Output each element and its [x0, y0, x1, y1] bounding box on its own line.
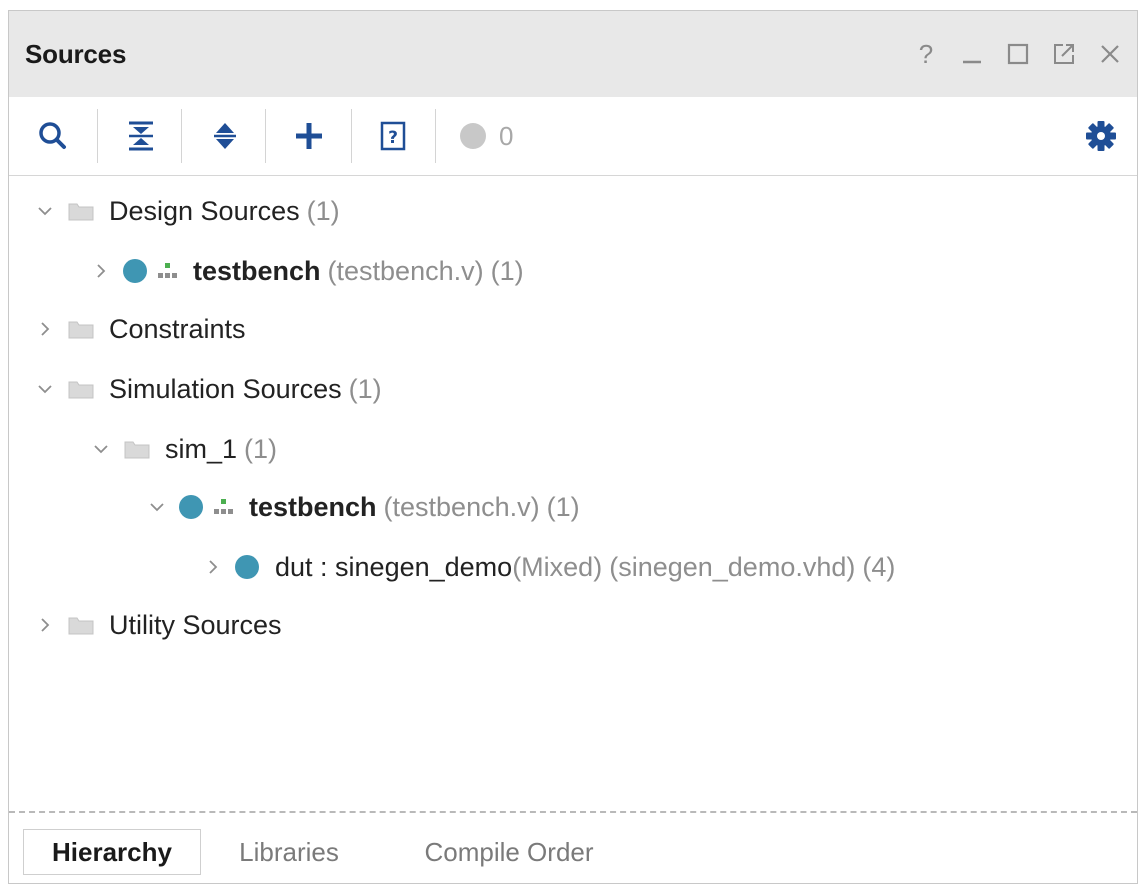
- hierarchy-icon: [157, 262, 177, 280]
- folder-icon: [67, 318, 95, 340]
- folder-icon: [67, 200, 95, 222]
- expand-all-button[interactable]: [205, 115, 245, 157]
- status-circle-icon: [460, 123, 486, 149]
- collapse-all-button[interactable]: [121, 115, 161, 157]
- tree-node-label: testbench: [249, 491, 377, 522]
- window-controls: ?: [913, 37, 1123, 71]
- tab-libraries[interactable]: Libraries: [215, 829, 363, 875]
- help-label: ?: [918, 38, 934, 69]
- minimize-button[interactable]: [959, 39, 985, 69]
- tree-node-label: sim_1: [165, 433, 238, 464]
- chevron-right-icon[interactable]: [201, 555, 225, 579]
- close-button[interactable]: [1097, 39, 1123, 69]
- toolbar: ? 0: [9, 97, 1137, 176]
- hierarchy-icon: [213, 498, 233, 516]
- chevron-down-icon[interactable]: [33, 377, 57, 401]
- svg-text:?: ?: [388, 128, 398, 148]
- tab-label: Compile Order: [424, 836, 594, 867]
- status-count: 0: [499, 120, 514, 151]
- folder-icon: [67, 378, 95, 400]
- module-status-icon: [179, 495, 203, 519]
- add-sources-button[interactable]: [289, 115, 329, 157]
- tree-node-label: dut : sinegen_demo: [275, 551, 513, 582]
- tree-node-testbench-sim[interactable]: testbench (testbench.v) (1): [145, 483, 580, 531]
- chevron-right-icon[interactable]: [33, 613, 57, 637]
- chevron-down-icon[interactable]: [33, 199, 57, 223]
- tree-node-dut[interactable]: dut : sinegen_demo (Mixed) (sinegen_demo…: [201, 543, 895, 591]
- close-icon: [1101, 45, 1119, 63]
- tree-node-label: Utility Sources: [109, 609, 282, 640]
- folder-icon: [67, 614, 95, 636]
- chevron-down-icon[interactable]: [89, 437, 113, 461]
- tree-node-file: (testbench.v): [383, 491, 540, 522]
- tree-node-file: (sinegen_demo.vhd): [609, 551, 856, 582]
- toolbar-divider: [97, 109, 98, 163]
- expand-all-icon: [214, 123, 236, 149]
- collapse-all-icon: [129, 121, 153, 151]
- unknown-file-icon: ?: [380, 121, 406, 151]
- gear-icon: [1086, 121, 1116, 151]
- tree-node-label: testbench: [193, 255, 321, 286]
- tree-node-count: (1): [348, 373, 382, 404]
- toolbar-divider: [435, 109, 436, 163]
- tree-node-constraints[interactable]: Constraints: [33, 305, 246, 353]
- settings-button[interactable]: [1081, 115, 1121, 157]
- tree-node-simulation-sources[interactable]: Simulation Sources (1): [33, 365, 382, 413]
- tree-node-count: (1): [546, 491, 580, 522]
- help-button[interactable]: ?: [913, 39, 939, 69]
- maximize-icon: [1007, 43, 1029, 65]
- minimize-icon: [963, 60, 981, 64]
- tree-node-count: (1): [306, 195, 340, 226]
- tree-node-sim-1[interactable]: sim_1 (1): [89, 425, 277, 473]
- search-button[interactable]: [33, 115, 73, 157]
- toolbar-divider: [181, 109, 182, 163]
- tree-node-kind: (Mixed): [512, 551, 603, 582]
- maximize-button[interactable]: [1005, 39, 1031, 69]
- tree-node-count: (1): [490, 255, 524, 286]
- chevron-down-icon[interactable]: [145, 495, 169, 519]
- module-status-icon: [235, 555, 259, 579]
- panel-title: Sources: [25, 39, 127, 69]
- tree-node-label: Design Sources: [109, 195, 300, 226]
- tree-node-label: Constraints: [109, 313, 246, 344]
- tree-node-file: (testbench.v): [327, 255, 484, 286]
- float-window-icon: [1054, 44, 1074, 64]
- tree-node-utility-sources[interactable]: Utility Sources: [33, 601, 282, 649]
- chevron-right-icon[interactable]: [89, 259, 113, 283]
- tree-node-design-sources[interactable]: Design Sources (1): [33, 187, 340, 235]
- search-icon: [39, 122, 66, 149]
- tree-node-count: (4): [862, 551, 896, 582]
- tree-node-label: Simulation Sources: [109, 373, 342, 404]
- source-tree: Design Sources (1) testbench (testbench.…: [9, 177, 1137, 787]
- sources-panel: Sources ? ? 0 Design Sources (1) testben…: [8, 10, 1138, 884]
- add-icon: [296, 123, 322, 149]
- tab-compile-order[interactable]: Compile Order: [393, 829, 625, 875]
- float-button[interactable]: [1051, 39, 1077, 69]
- folder-icon: [123, 438, 151, 460]
- unknown-files-button[interactable]: ?: [373, 115, 413, 157]
- module-status-icon: [123, 259, 147, 283]
- tab-hierarchy[interactable]: Hierarchy: [23, 829, 201, 875]
- toolbar-divider: [265, 109, 266, 163]
- chevron-right-icon[interactable]: [33, 317, 57, 341]
- tree-node-count: (1): [244, 433, 278, 464]
- tab-label: Libraries: [239, 836, 339, 867]
- toolbar-divider: [351, 109, 352, 163]
- tabs-divider: [9, 811, 1137, 813]
- bottom-tabs: Hierarchy Libraries Compile Order: [9, 815, 1137, 883]
- status-indicator: 0: [459, 115, 513, 157]
- tree-node-testbench-design[interactable]: testbench (testbench.v) (1): [89, 247, 524, 295]
- title-bar: Sources ?: [9, 11, 1137, 98]
- tab-label: Hierarchy: [52, 836, 172, 867]
